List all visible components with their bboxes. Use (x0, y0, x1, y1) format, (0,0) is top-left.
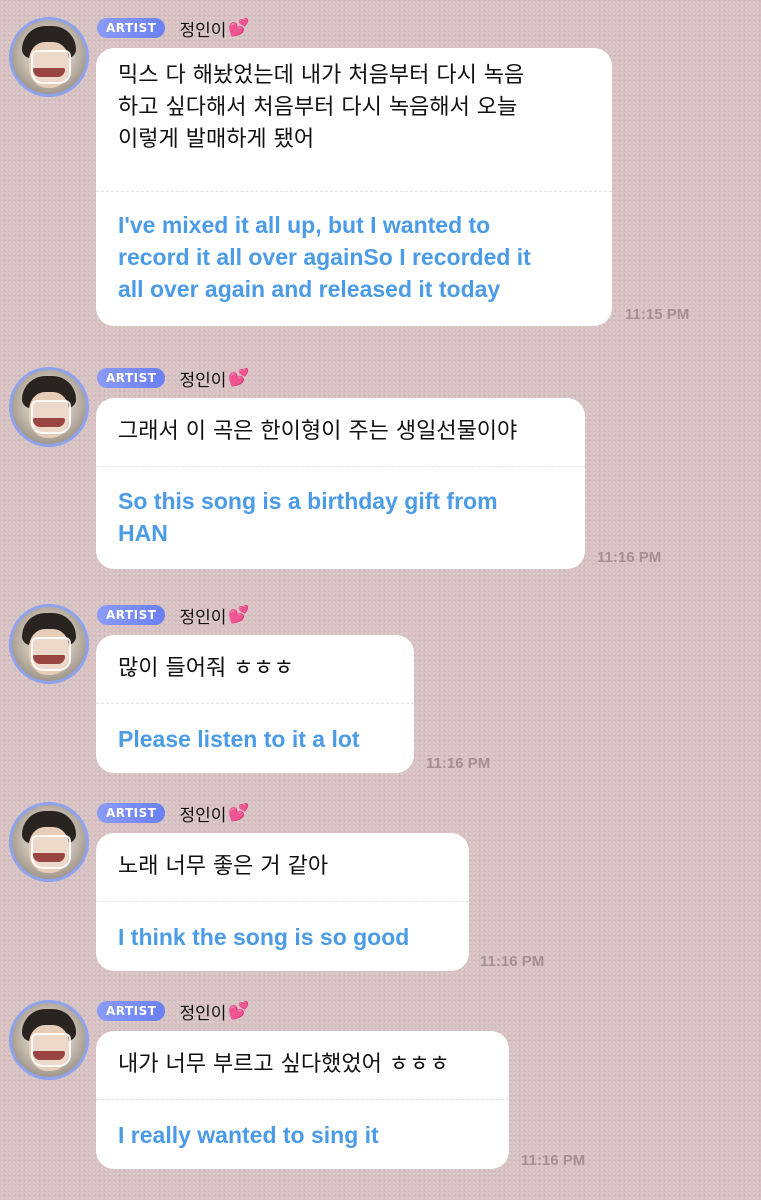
message-bubble[interactable]: 많이 들어줘 ㅎㅎㅎ Please listen to it a lot (96, 635, 414, 773)
translation-divider (96, 1099, 509, 1100)
translation-text-line: I really wanted to sing it (118, 1122, 379, 1148)
heart-icon: 💕 (228, 1001, 250, 1021)
artist-avatar[interactable] (9, 367, 89, 447)
sender-name: 정인이 (179, 805, 227, 826)
message-bubble[interactable]: 노래 너무 좋은 거 같아 I think the song is so goo… (96, 833, 469, 971)
message-timestamp: 11:16 PM (597, 549, 662, 566)
translation-text-line: So this song is a birthday gift from (118, 488, 498, 514)
korean-text-line: 하고 싶다해서 처음부터 다시 녹음해서 오늘 (118, 95, 518, 120)
message-timestamp: 11:16 PM (426, 755, 491, 772)
translation-text-line: Please listen to it a lot (118, 726, 360, 752)
message-timestamp: 11:16 PM (521, 1152, 586, 1169)
artist-badge: ARTIST (97, 803, 166, 823)
korean-text-line: 많이 들어줘 ㅎㅎㅎ (118, 656, 294, 681)
message-bubble[interactable]: 그래서 이 곡은 한이형이 주는 생일선물이야 So this song is … (96, 398, 585, 569)
artist-badge: ARTIST (97, 368, 166, 388)
heart-icon: 💕 (228, 605, 250, 625)
translation-text-line: HAN (118, 520, 168, 546)
translation-text-line: I've mixed it all up, but I wanted to (118, 212, 491, 238)
sender-name: 정인이 (179, 370, 227, 391)
sender-name: 정인이 (179, 607, 227, 628)
message-timestamp: 11:16 PM (480, 953, 545, 970)
message-header: ARTIST 정인이 💕 (97, 367, 250, 391)
heart-icon: 💕 (228, 803, 250, 823)
korean-text-line: 노래 너무 좋은 거 같아 (118, 854, 329, 879)
artist-avatar[interactable] (9, 604, 89, 684)
artist-avatar[interactable] (9, 17, 89, 97)
korean-text-line: 내가 너무 부르고 싶다했었어 ㅎㅎㅎ (118, 1052, 450, 1077)
message-bubble[interactable]: 내가 너무 부르고 싶다했었어 ㅎㅎㅎ I really wanted to s… (96, 1031, 509, 1169)
translation-divider (96, 901, 469, 902)
sender-name: 정인이 (179, 1003, 227, 1024)
translation-text-line: all over again and released it today (118, 276, 501, 302)
korean-text-line: 이렇게 발매하게 됐어 (118, 127, 315, 152)
translation-divider (96, 466, 585, 467)
translation-text-line: record it all over againSo I recorded it (118, 244, 531, 270)
message-header: ARTIST 정인이 💕 (97, 604, 250, 628)
korean-text-line: 그래서 이 곡은 한이형이 주는 생일선물이야 (118, 419, 518, 444)
message-header: ARTIST 정인이 💕 (97, 1000, 250, 1024)
heart-icon: 💕 (228, 368, 250, 388)
message-timestamp: 11:15 PM (625, 306, 690, 323)
artist-badge: ARTIST (97, 1001, 166, 1021)
artist-avatar[interactable] (9, 802, 89, 882)
artist-badge: ARTIST (97, 605, 166, 625)
translation-text-line: I think the song is so good (118, 924, 410, 950)
message-header: ARTIST 정인이 💕 (97, 802, 250, 826)
translation-divider (96, 191, 612, 192)
heart-icon: 💕 (228, 18, 250, 38)
message-bubble[interactable]: 믹스 다 해놨었는데 내가 처음부터 다시 녹음 하고 싶다해서 처음부터 다시… (96, 48, 612, 326)
translation-divider (96, 703, 414, 704)
korean-text-line: 믹스 다 해놨었는데 내가 처음부터 다시 녹음 (118, 63, 525, 88)
artist-badge: ARTIST (97, 18, 166, 38)
sender-name: 정인이 (179, 20, 227, 41)
artist-avatar[interactable] (9, 1000, 89, 1080)
message-header: ARTIST 정인이 💕 (97, 17, 250, 41)
